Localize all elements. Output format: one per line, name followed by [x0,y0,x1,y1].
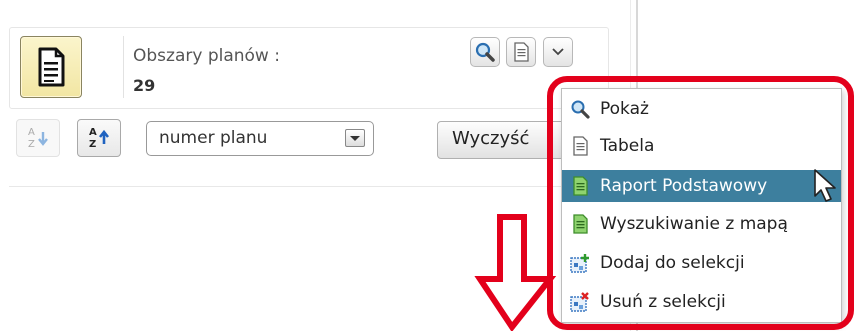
magnifier-icon [475,42,495,62]
panel-count: 29 [133,76,156,95]
sort-az-up-icon: A Z [89,127,110,150]
sort-descending-button[interactable]: A Z [77,119,121,157]
more-options-button[interactable] [543,37,573,67]
sort-field-value: numer planu [159,128,268,148]
sort-ascending-button[interactable]: A Z [16,119,60,157]
panel-divider [9,186,607,187]
chevron-down-icon[interactable] [345,129,365,147]
svg-text:Z: Z [28,139,35,150]
panel-separator [123,36,124,98]
table-button[interactable] [506,37,536,67]
panel-title: Obszary planów : [133,46,280,66]
svg-text:A: A [28,127,35,138]
sort-az-down-icon: A Z [28,127,48,150]
show-button[interactable] [470,37,500,67]
sort-field-select[interactable]: numer planu [146,121,374,156]
document-icon [514,42,529,62]
svg-text:A: A [89,127,97,138]
chevron-down-icon [552,48,564,56]
mouse-pointer-icon [814,169,836,202]
plan-areas-button[interactable] [20,36,82,98]
document-icon [38,47,65,87]
svg-text:Z: Z [89,139,96,150]
highlight-annotation-frame [547,76,854,330]
